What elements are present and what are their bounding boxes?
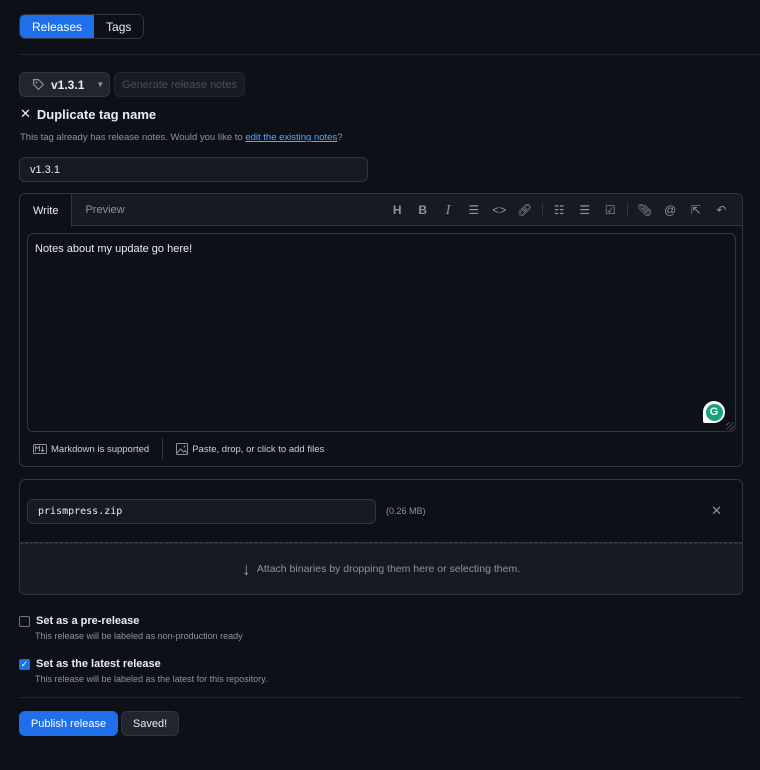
footer-divider [162,438,164,460]
releases-tags-switch: Releases Tags [19,14,145,39]
ordered-list-icon[interactable]: ☷ [547,203,573,217]
attach-icon[interactable]: 📎︎ [632,203,658,217]
image-icon [176,443,189,455]
publish-release-button[interactable]: Publish release [19,711,118,736]
asset-size: (0.26 MB) [386,506,426,516]
editor-header: Write Preview H B I ☰ <> 🔗︎ ☷ ☰ ☑ 📎︎ @ ⇱… [20,194,742,227]
code-icon[interactable]: <> [487,203,513,217]
grammarly-icon[interactable]: G [703,401,725,423]
markdown-icon [33,444,47,454]
markdown-supported-link[interactable]: Markdown is supported [33,444,149,455]
remove-asset-icon[interactable]: ✕ [711,503,722,519]
mention-icon[interactable]: @ [658,203,684,217]
unordered-list-icon[interactable]: ☰ [572,203,598,217]
arrow-down-icon: ↓ [241,558,251,579]
release-notes-textarea[interactable]: Notes about my update go here! G [27,233,736,432]
tab-write[interactable]: Write [20,194,73,227]
link-icon[interactable]: 🔗︎ [512,203,538,217]
bold-icon[interactable]: B [410,203,436,217]
prerelease-label: Set as a pre-release [36,615,140,627]
quote-icon[interactable]: ☰ [461,203,487,217]
generate-release-notes-button[interactable]: Generate release notes [114,72,245,97]
tag-icon [33,79,44,90]
editor-footer: Markdown is supported Paste, drop, or cl… [20,432,742,466]
resize-handle[interactable] [726,422,734,430]
x-icon: ✕ [20,106,31,121]
attach-note: Paste, drop, or click to add files [192,443,325,455]
heading-icon[interactable]: H [385,203,411,217]
prerelease-checkbox[interactable] [19,615,30,627]
dropzone-text: Attach binaries by dropping them here or… [256,563,521,575]
warning-title: Duplicate tag name [36,106,157,122]
warning-text: This tag already has release notes. Woul… [20,132,246,143]
add-files-button[interactable]: Paste, drop, or click to add files [176,443,324,455]
markdown-note: Markdown is supported [51,443,150,455]
undo-icon[interactable]: ↶ [709,203,735,217]
asset-row: prismpress.zip (0.26 MB) ✕ [20,480,742,543]
asset-name-input[interactable]: prismpress.zip [27,499,376,524]
tab-releases[interactable]: Releases [20,15,95,38]
release-assets: prismpress.zip (0.26 MB) ✕ ↓ Attach bina… [19,479,743,595]
latest-release-option[interactable]: ✓ Set as the latest release [19,658,161,670]
latest-release-label: Set as the latest release [36,658,161,670]
caret-down-icon: ▼ [96,80,105,89]
tag-select-button[interactable]: v1.3.1 ▼ [19,72,110,97]
duplicate-tag-warning: ✕ Duplicate tag name [20,106,156,122]
release-title-input[interactable]: v1.3.1 [19,157,368,182]
prerelease-description: This release will be labeled as non-prod… [35,631,243,641]
release-notes-editor: Write Preview H B I ☰ <> 🔗︎ ☷ ☰ ☑ 📎︎ @ ⇱… [19,193,743,467]
task-list-icon[interactable]: ☑ [598,203,624,217]
binaries-dropzone[interactable]: ↓ Attach binaries by dropping them here … [20,543,742,594]
italic-icon[interactable]: I [436,203,462,217]
save-draft-button[interactable]: Saved! [121,711,179,736]
edit-existing-notes-link[interactable]: edit the existing notes [245,132,337,143]
warning-message: This tag already has release notes. Woul… [20,132,343,143]
toolbar-divider [627,203,628,217]
release-notes-text: Notes about my update go here! [35,243,193,255]
tag-value: v1.3.1 [51,77,85,92]
toolbar-divider [541,203,543,217]
divider [19,54,760,55]
check-icon: ✓ [20,658,29,669]
tab-preview[interactable]: Preview [72,194,137,226]
latest-release-checkbox[interactable]: ✓ [19,658,30,670]
markdown-toolbar: H B I ☰ <> 🔗︎ ☷ ☰ ☑ 📎︎ @ ⇱ ↶ [385,194,735,226]
latest-release-description: This release will be labeled as the late… [35,674,268,684]
warning-suffix: ? [337,132,343,143]
tab-tags[interactable]: Tags [94,15,144,38]
prerelease-option[interactable]: Set as a pre-release [19,615,139,627]
reference-icon[interactable]: ⇱ [683,203,709,217]
divider [19,697,742,698]
